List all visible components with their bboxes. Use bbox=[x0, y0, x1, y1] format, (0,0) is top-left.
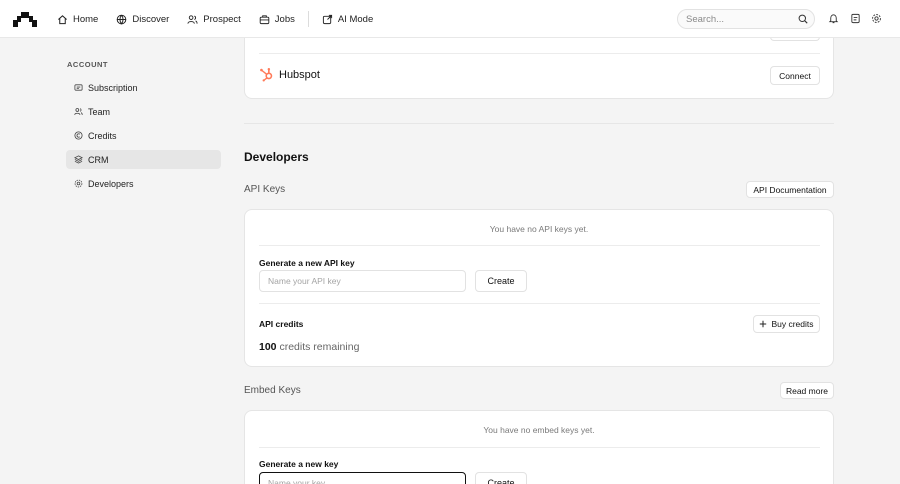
receipt-icon bbox=[74, 84, 83, 91]
sidebar-item-credits[interactable]: Credits bbox=[66, 126, 221, 145]
settings-sidebar: ACCOUNT Subscription Team Credits CRM De… bbox=[66, 60, 221, 198]
embed-keys-card: You have no embed keys yet. Generate a n… bbox=[244, 410, 834, 484]
crm-divider bbox=[259, 53, 820, 54]
hubspot-logo-icon bbox=[260, 68, 273, 82]
nav-jobs[interactable]: Jobs bbox=[252, 7, 302, 31]
bell-icon[interactable] bbox=[828, 13, 839, 24]
create-api-key-button[interactable]: Create bbox=[475, 270, 527, 292]
sidebar-item-team[interactable]: Team bbox=[66, 102, 221, 121]
credits-icon bbox=[74, 131, 83, 140]
main-nav: Home Discover Prospect Jobs AI Mode bbox=[50, 0, 384, 38]
nav-home-label: Home bbox=[73, 13, 99, 25]
team-icon bbox=[74, 108, 83, 116]
external-icon bbox=[322, 14, 332, 24]
nav-ai-mode-label: AI Mode bbox=[337, 13, 374, 25]
buy-credits-label: Buy credits bbox=[771, 319, 814, 329]
embed-keys-empty-text: You have no embed keys yet. bbox=[483, 425, 595, 435]
api-keys-title: API Keys bbox=[244, 184, 286, 195]
api-keys-divider bbox=[259, 245, 820, 246]
section-divider bbox=[244, 123, 834, 124]
embed-keys-title: Embed Keys bbox=[244, 385, 301, 396]
api-credits-label: API credits bbox=[259, 319, 304, 329]
plus-icon bbox=[760, 320, 767, 328]
sidebar-item-label: Subscription bbox=[88, 82, 138, 93]
sidebar-item-developers[interactable]: Developers bbox=[66, 174, 221, 193]
nav-prospect[interactable]: Prospect bbox=[180, 7, 248, 31]
credits-count: 100 bbox=[259, 341, 277, 353]
sidebar-item-subscription[interactable]: Subscription bbox=[66, 78, 221, 97]
nav-discover-label: Discover bbox=[132, 13, 170, 25]
api-credits-divider bbox=[259, 303, 820, 304]
api-keys-empty-text: You have no API keys yet. bbox=[489, 224, 589, 234]
developers-icon bbox=[74, 179, 83, 188]
nav-ai-mode[interactable]: AI Mode bbox=[315, 7, 380, 31]
nav-discover[interactable]: Discover bbox=[109, 7, 176, 31]
embed-keys-divider bbox=[259, 447, 820, 448]
embed-key-name-input[interactable] bbox=[259, 472, 466, 484]
notes-icon[interactable] bbox=[850, 13, 861, 24]
sidebar-item-label: Team bbox=[88, 106, 111, 117]
hubspot-name: Hubspot bbox=[279, 69, 320, 81]
sidebar-heading: ACCOUNT bbox=[67, 60, 108, 69]
top-bar: Home Discover Prospect Jobs AI Mode bbox=[0, 0, 900, 38]
sidebar-item-label: Credits bbox=[88, 130, 117, 141]
gear-icon[interactable] bbox=[871, 13, 882, 24]
nav-prospect-label: Prospect bbox=[203, 13, 241, 25]
sidebar-item-label: Developers bbox=[88, 178, 134, 189]
crm-icon bbox=[74, 155, 83, 164]
credits-suffix: credits remaining bbox=[279, 341, 360, 353]
developers-title: Developers bbox=[244, 150, 309, 164]
api-key-name-input[interactable] bbox=[259, 270, 466, 292]
briefcase-icon bbox=[259, 14, 270, 24]
hubspot-connect-button[interactable]: Connect bbox=[770, 66, 820, 85]
users-icon bbox=[187, 14, 198, 24]
search-icon[interactable] bbox=[798, 14, 808, 24]
generate-embed-key-label: Generate a new key bbox=[259, 459, 339, 469]
read-more-button[interactable]: Read more bbox=[780, 382, 834, 399]
api-documentation-button[interactable]: API Documentation bbox=[746, 181, 834, 198]
globe-icon bbox=[117, 14, 127, 25]
sidebar-item-crm[interactable]: CRM bbox=[66, 150, 221, 169]
nav-home[interactable]: Home bbox=[50, 7, 105, 31]
nav-jobs-label: Jobs bbox=[274, 13, 295, 25]
search-box[interactable] bbox=[677, 9, 815, 29]
buy-credits-button[interactable]: Buy credits bbox=[753, 315, 820, 333]
api-keys-card: You have no API keys yet. Generate a new… bbox=[244, 209, 834, 367]
search-input[interactable] bbox=[686, 13, 796, 25]
home-icon bbox=[58, 14, 67, 24]
create-embed-key-button[interactable]: Create bbox=[475, 472, 527, 484]
nav-separator bbox=[307, 11, 309, 27]
logo-icon[interactable] bbox=[13, 11, 37, 27]
sidebar-item-label: CRM bbox=[88, 154, 109, 165]
generate-api-key-label: Generate a new API key bbox=[259, 258, 355, 268]
credits-remaining: 100 credits remaining bbox=[259, 341, 359, 353]
